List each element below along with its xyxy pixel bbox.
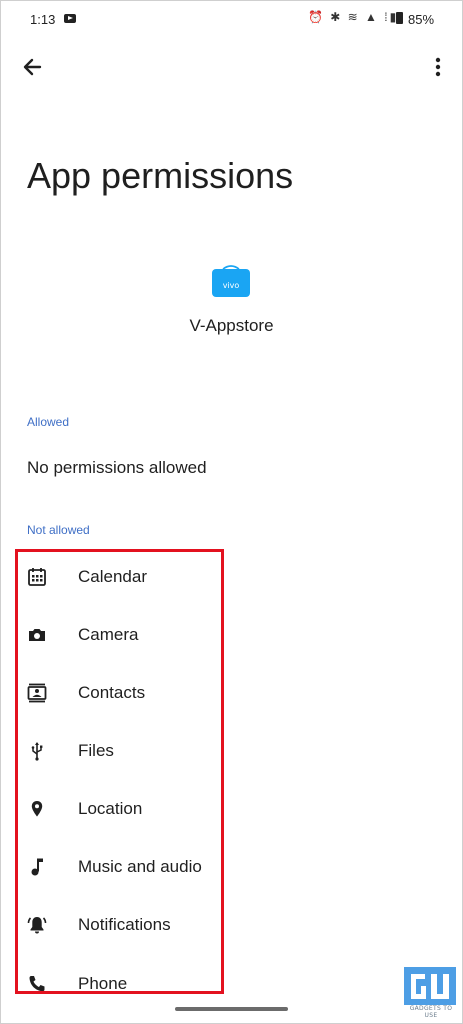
app-name: V-Appstore (189, 316, 274, 335)
allowed-empty-text: No permissions allowed (27, 458, 207, 477)
not-allowed-section-label: Not allowed (27, 523, 90, 537)
page-title: App permissions (27, 155, 294, 196)
v-appstore-icon: vivo (211, 264, 251, 298)
app-icon-text: vivo (223, 281, 240, 290)
gesture-nav-handle[interactable] (175, 1007, 288, 1011)
back-button[interactable] (18, 52, 48, 82)
status-icons: ⏰ ✱ ≋ ▲ ⁞▮ (308, 10, 399, 24)
back-arrow-icon (23, 58, 42, 76)
highlight-box (15, 549, 224, 994)
more-options-button[interactable] (426, 52, 450, 82)
status-bar: 1:13 ⏰ ✱ ≋ ▲ ⁞▮ 85% (0, 0, 463, 38)
more-vert-icon (435, 57, 441, 77)
status-time: 1:13 (30, 12, 56, 27)
youtube-notification-icon (64, 14, 76, 23)
allowed-section-label: Allowed (27, 415, 70, 429)
battery-percent: 85% (408, 12, 435, 27)
watermark-text: GADGETS TO USE (409, 1005, 453, 1019)
battery-icon (396, 12, 403, 24)
